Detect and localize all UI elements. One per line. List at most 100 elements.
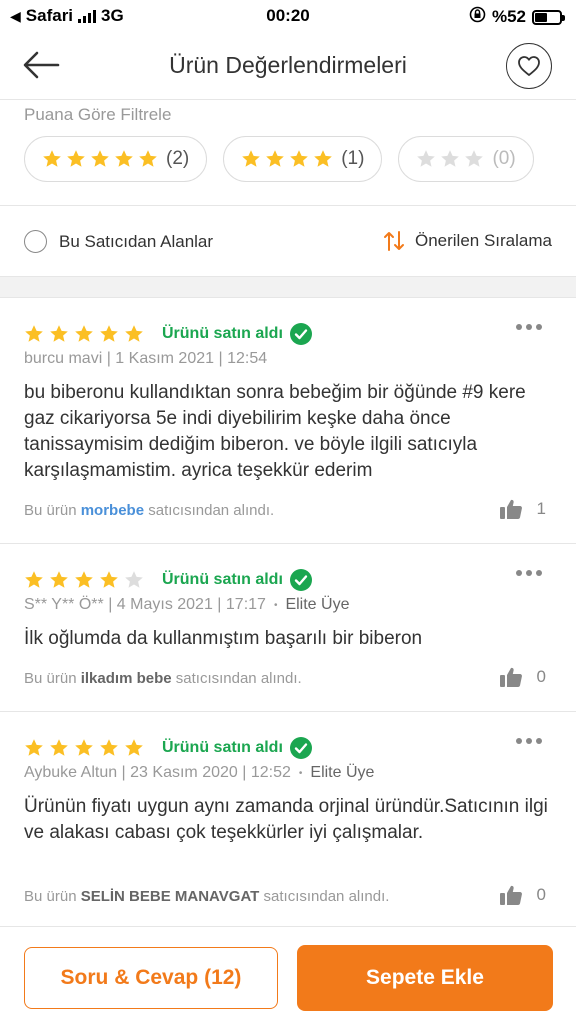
review-meta: S** Y** Ö** | 4 Mayıs 2021 | 17:17 • Eli… (24, 596, 349, 614)
chip-count: (2) (166, 148, 190, 169)
review-header: Ürünü satın aldı (24, 736, 313, 760)
check-circle-icon (289, 737, 312, 759)
seller-link[interactable]: morbebe (81, 502, 144, 519)
like-button[interactable]: 0 (499, 884, 546, 906)
seller-link[interactable]: ilkadım bebe (81, 670, 172, 687)
chip-count: (0) (492, 148, 516, 169)
star-rating (24, 570, 144, 590)
star-filled-icon (290, 150, 309, 167)
star-rating (42, 149, 158, 169)
seller-prefix: Bu ürün (24, 670, 77, 687)
rating-filter-chips: (2) (1) (0) (24, 136, 534, 182)
filter-chip-5-stars[interactable]: (2) (24, 136, 208, 182)
verified-label: Ürünü satın aldı (162, 571, 283, 588)
thumbs-up-icon (499, 885, 522, 905)
favorite-button[interactable] (506, 43, 552, 89)
thumbs-up-icon (499, 667, 522, 687)
review-header: Ürünü satın aldı (24, 568, 313, 592)
review-item: Ürünü satın aldı Aybuke Altun | 23 Kasım… (0, 712, 576, 926)
star-filled-icon (50, 739, 68, 756)
check-circle-icon (289, 569, 312, 591)
sort-label: Önerilen Sıralama (414, 231, 552, 250)
seller-only-label: Bu Satıcıdan Alanlar (59, 231, 214, 251)
status-bar: ◀ Safari 3G 00:20 %52 (0, 0, 576, 32)
review-author-date: burcu mavi | 1 Kasım 2021 | 12:54 (24, 350, 268, 367)
page-title: Ürün Değerlendirmeleri (169, 52, 407, 78)
sort-button[interactable]: Önerilen Sıralama (383, 230, 552, 252)
elite-badge: Elite Üye (285, 596, 350, 613)
dot-separator: • (298, 767, 303, 779)
verified-purchase: Ürünü satın aldı (162, 322, 313, 346)
star-filled-icon (91, 150, 109, 167)
like-button[interactable]: 0 (499, 666, 546, 688)
like-count: 0 (536, 885, 546, 904)
star-filled-icon (125, 739, 143, 756)
star-filled-icon (100, 739, 118, 756)
check-circle-icon (289, 323, 312, 345)
review-author-date: S** Y** Ö** | 4 Mayıs 2021 | 17:17 (24, 596, 266, 613)
seller-suffix: satıcısından alındı. (263, 888, 390, 905)
verified-purchase: Ürünü satın aldı (162, 736, 313, 760)
star-filled-icon (266, 150, 285, 167)
like-count: 0 (536, 667, 546, 686)
seller-suffix: satıcısından alındı. (148, 502, 275, 519)
review-text: İlk oğlumda da kullanmıştım başarılı bir… (24, 628, 423, 649)
filter-chip-4-stars[interactable]: (1) (223, 136, 383, 182)
star-filled-icon (43, 150, 61, 167)
star-rating (24, 324, 144, 344)
rating-filter-section: Puana Göre Filtrele (2) (1) (0) (0, 100, 576, 206)
seller-only-toggle[interactable]: Bu Satıcıdan Alanlar (24, 230, 213, 253)
star-filled-icon (139, 150, 157, 167)
star-empty-icon (125, 571, 143, 588)
add-to-cart-button[interactable]: Sepete Ekle (297, 945, 553, 1011)
seller-info: Bu ürün SELİN BEBE MANAVGAT satıcısından… (24, 888, 389, 905)
review-text: Ürünün fiyatı uygun aynı zamanda orjinal… (24, 796, 548, 843)
star-empty-icon (465, 150, 484, 167)
star-filled-icon (25, 325, 43, 342)
battery-level (535, 12, 548, 22)
review-item: Ürünü satın aldı burcu mavi | 1 Kasım 20… (0, 298, 576, 544)
star-rating (241, 149, 333, 169)
star-filled-icon (115, 150, 133, 167)
review-meta: burcu mavi | 1 Kasım 2021 | 12:54 (24, 350, 267, 368)
filter-chip-3-stars[interactable]: (0) (398, 136, 534, 182)
rotation-lock-icon (469, 6, 486, 28)
seller-info: Bu ürün ilkadım bebe satıcısından alındı… (24, 670, 302, 687)
seller-suffix: satıcısından alındı. (175, 670, 302, 687)
review-meta: Aybuke Altun | 23 Kasım 2020 | 12:52 • E… (24, 764, 374, 782)
verified-label: Ürünü satın aldı (162, 325, 283, 342)
more-options-icon[interactable] (516, 738, 544, 748)
star-filled-icon (75, 325, 93, 342)
questions-answers-button[interactable]: Soru & Cevap (12) (24, 947, 278, 1009)
header: Ürün Değerlendirmeleri (0, 32, 576, 100)
battery-percent: %52 (491, 7, 526, 26)
star-filled-icon (75, 739, 93, 756)
battery-icon (532, 9, 565, 25)
bottom-action-bar: Soru & Cevap (12) Sepete Ekle (0, 926, 576, 1024)
star-filled-icon (242, 150, 261, 167)
like-count: 1 (536, 499, 546, 518)
star-empty-icon (417, 150, 436, 167)
more-options-icon[interactable] (516, 570, 544, 580)
seller-link[interactable]: SELİN BEBE MANAVGAT (81, 888, 260, 905)
star-rating (24, 738, 144, 758)
seller-prefix: Bu ürün (24, 888, 77, 905)
star-empty-icon (441, 150, 460, 167)
radio-button[interactable] (24, 230, 47, 253)
star-filled-icon (75, 571, 93, 588)
review-item: Ürünü satın aldı S** Y** Ö** | 4 Mayıs 2… (0, 544, 576, 712)
star-rating (416, 149, 484, 169)
seller-info: Bu ürün morbebe satıcısından alındı. (24, 502, 274, 519)
dot-separator: • (273, 599, 278, 611)
like-button[interactable]: 1 (499, 498, 546, 520)
star-filled-icon (50, 325, 68, 342)
thumbs-up-icon (499, 499, 522, 519)
seller-prefix: Bu ürün (24, 502, 77, 519)
section-divider (0, 276, 576, 298)
star-filled-icon (314, 150, 333, 167)
options-row: Bu Satıcıdan Alanlar Önerilen Sıralama (0, 206, 576, 276)
star-filled-icon (25, 571, 43, 588)
more-options-icon[interactable] (516, 324, 544, 334)
star-filled-icon (67, 150, 85, 167)
heart-icon (518, 56, 540, 76)
